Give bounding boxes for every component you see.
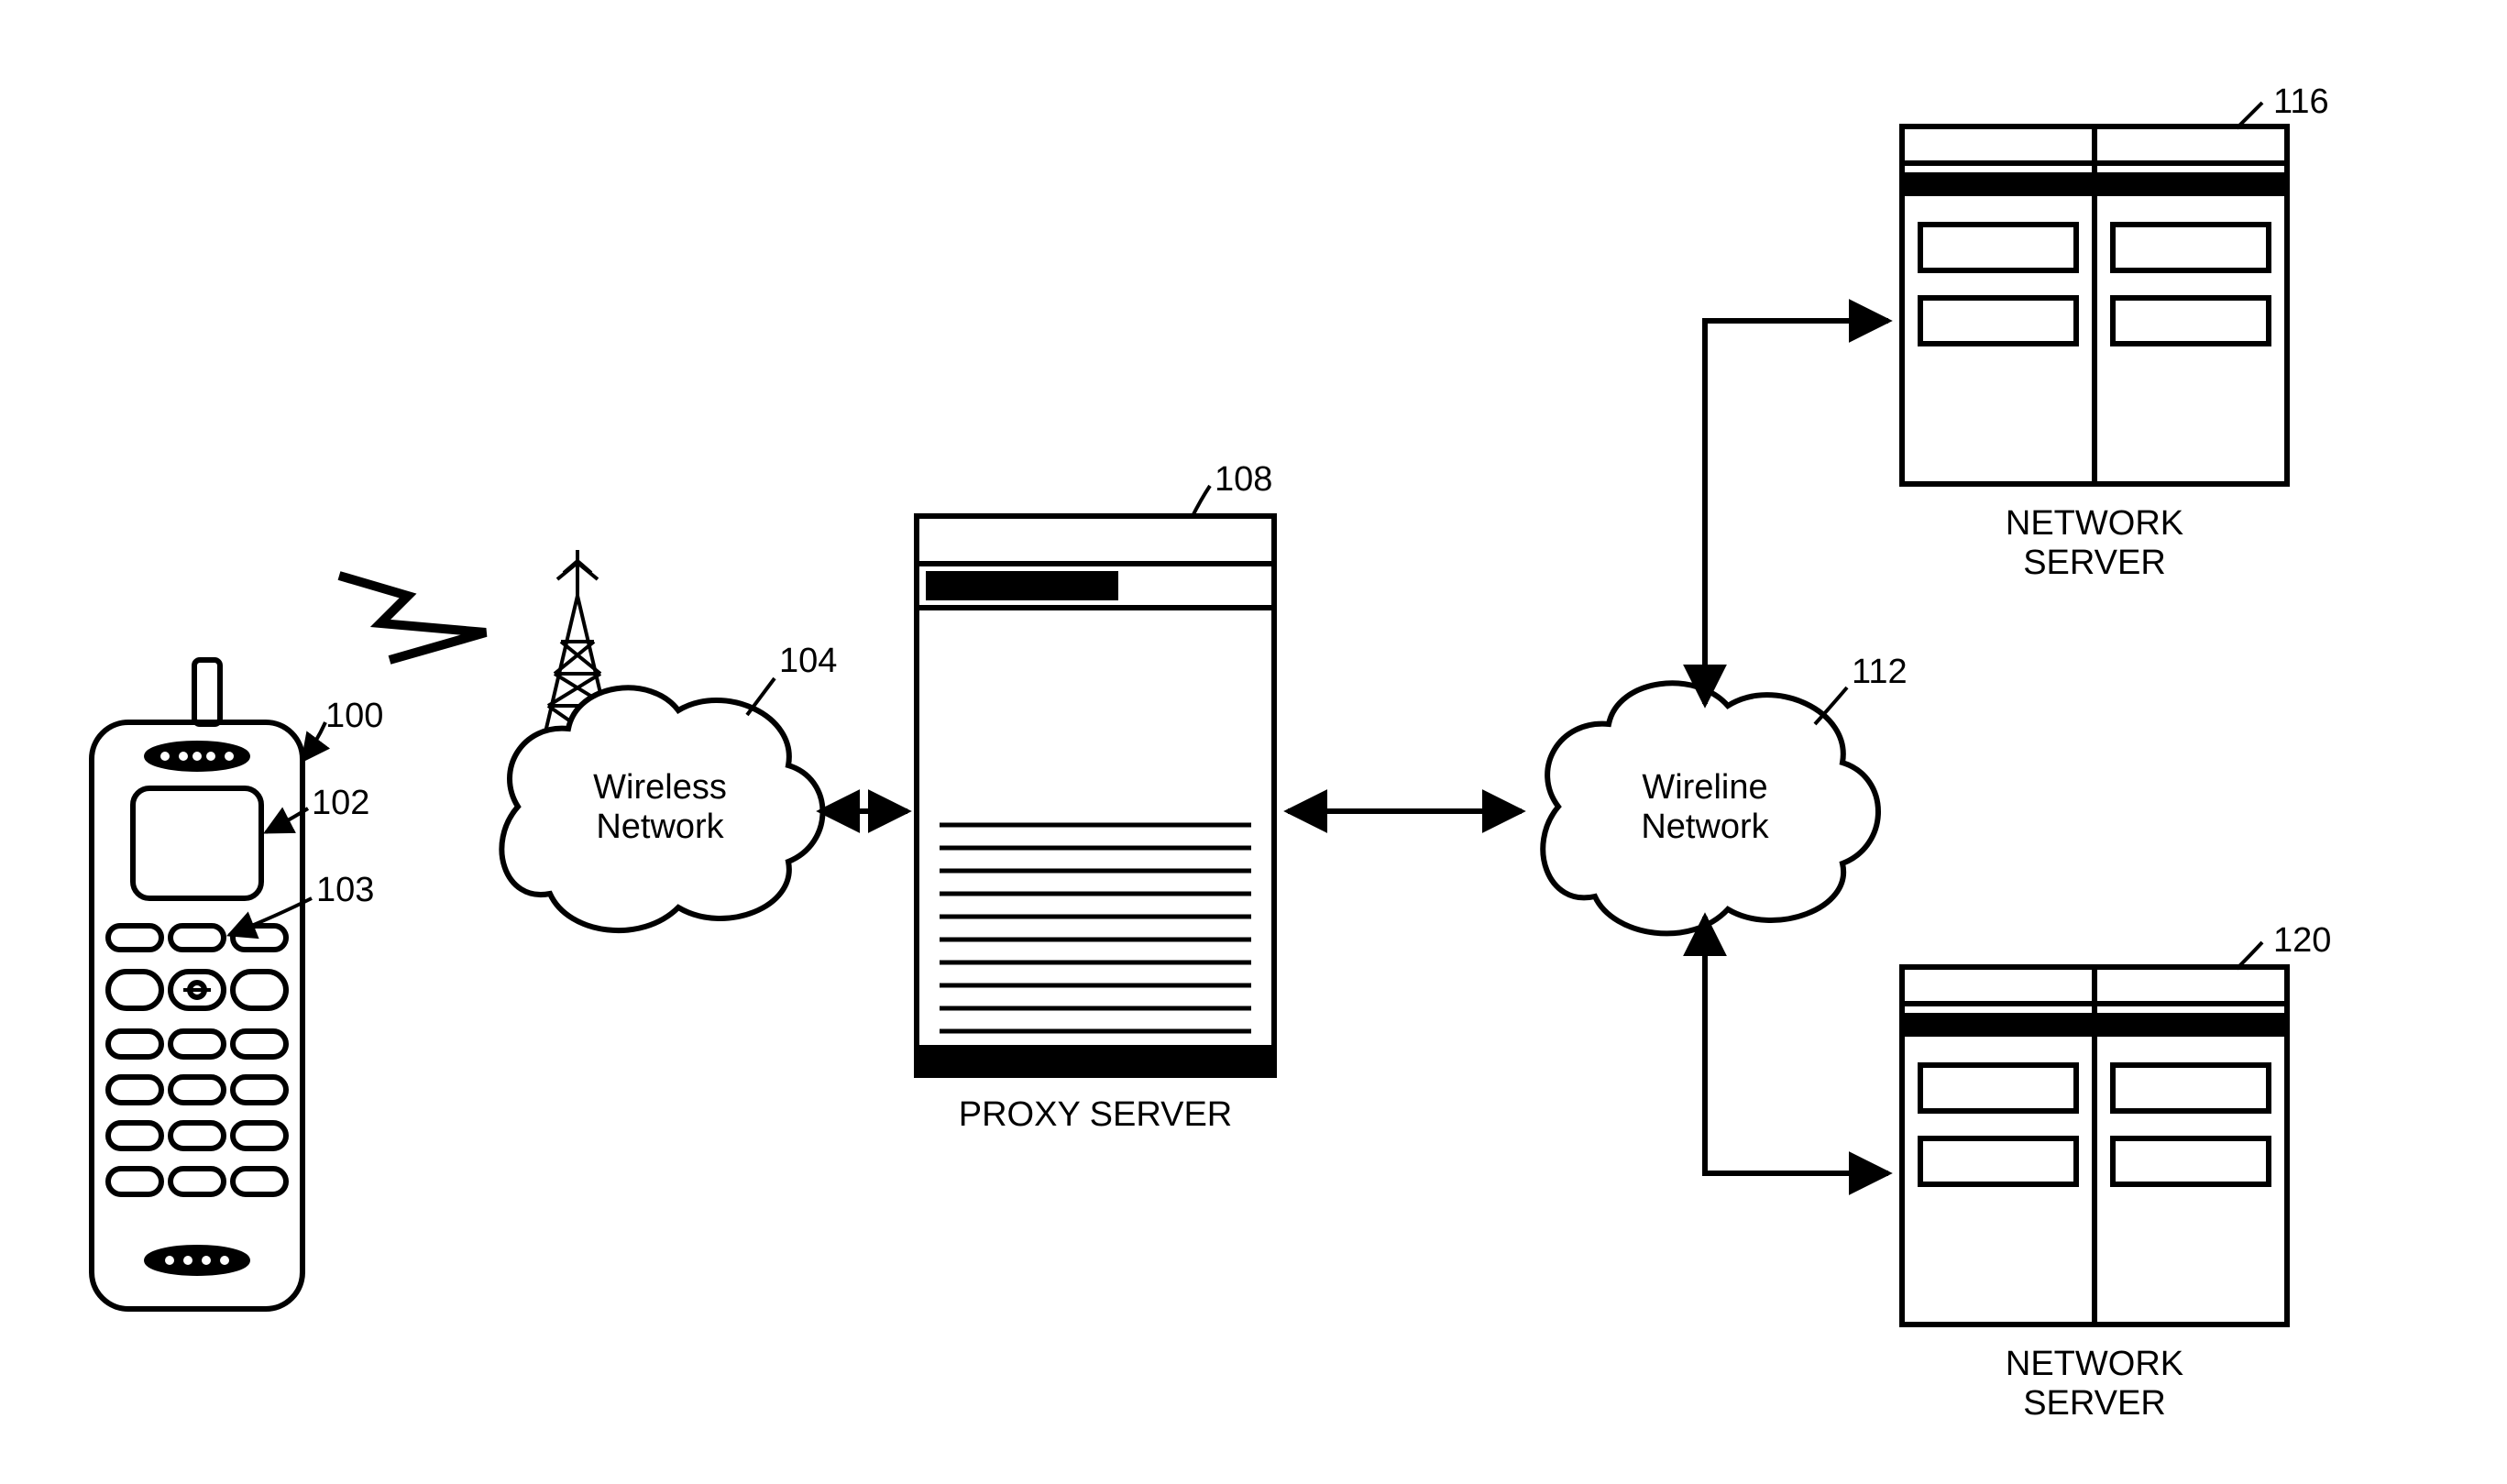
proxy-server	[917, 516, 1274, 1075]
ref-wireline-cloud: 112	[1852, 653, 1908, 692]
wireless-network-label: Wireless Network	[568, 768, 752, 847]
network-server-top-label: NETWORK SERVER	[1902, 504, 2287, 583]
network-server-top	[1902, 126, 2287, 484]
network-server-bottom-label: NETWORK SERVER	[1902, 1345, 2287, 1424]
wireline-network-label: Wireline Network	[1613, 768, 1797, 847]
ref-wireless-cloud: 104	[779, 642, 837, 681]
ref-phone-display: 102	[312, 784, 369, 823]
ref-proxy-server: 108	[1215, 460, 1272, 500]
ref-phone-body: 100	[325, 697, 383, 736]
network-diagram	[0, 0, 2507, 1484]
proxy-server-label: PROXY SERVER	[917, 1095, 1274, 1135]
ref-server-bottom: 120	[2273, 921, 2331, 961]
ref-server-top: 116	[2273, 82, 2329, 122]
mobile-phone	[92, 660, 302, 1309]
wireless-signal-icon	[339, 576, 486, 660]
network-server-bottom	[1902, 967, 2287, 1325]
ref-phone-key: 103	[316, 871, 374, 910]
